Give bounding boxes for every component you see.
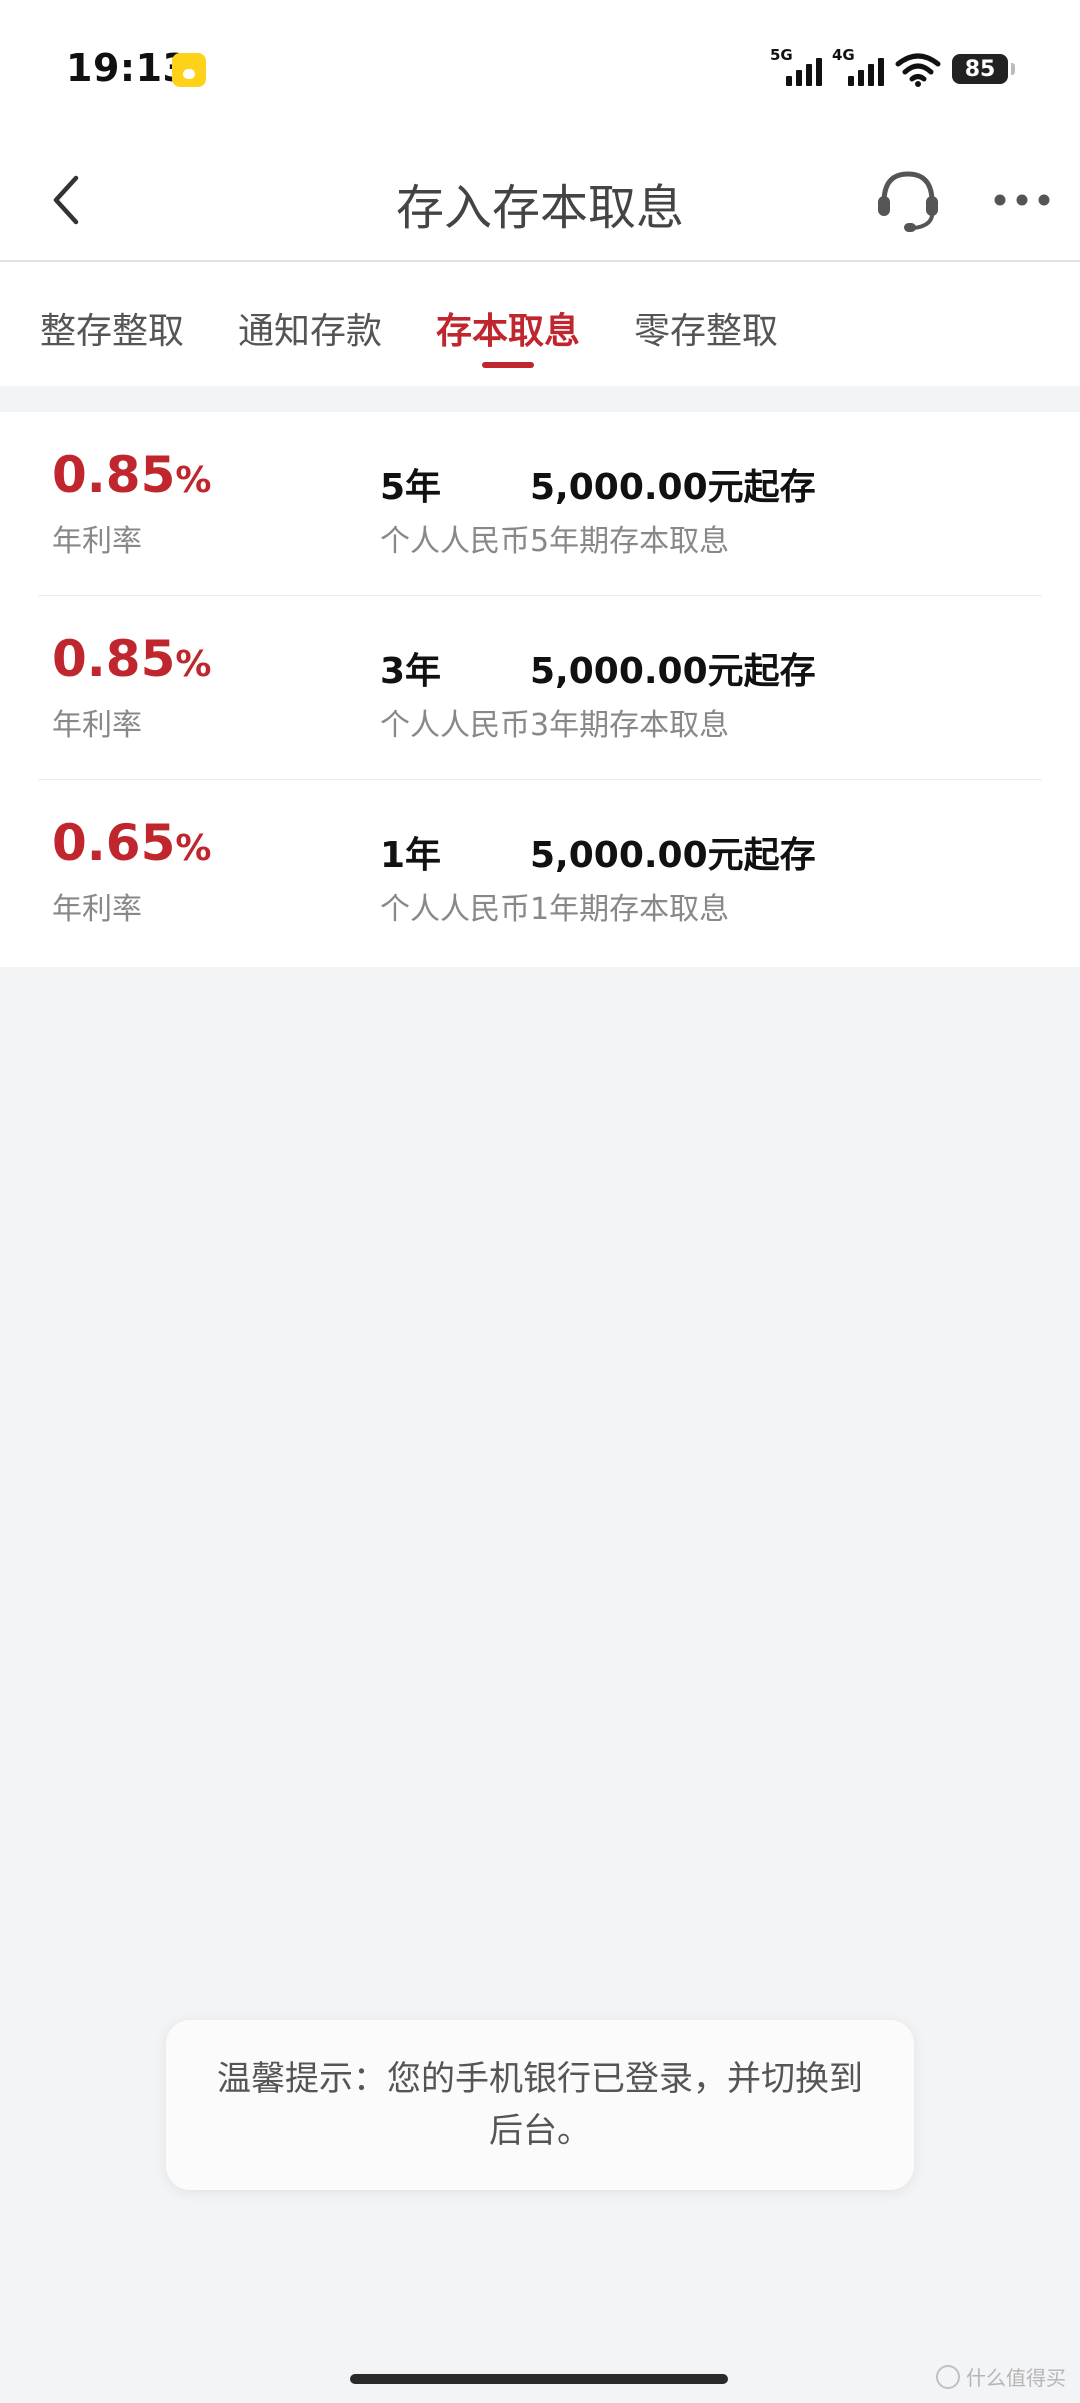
minimum-amount: 5,000.00元起存: [530, 467, 816, 508]
tab-fixed-deposit[interactable]: 整存整取: [40, 302, 184, 354]
cellular-signal-icon: 5G: [770, 46, 822, 88]
tab-notice-deposit[interactable]: 通知存款: [238, 302, 382, 354]
product-name: 个人人民币3年期存本取息: [380, 708, 730, 743]
chevron-left-icon: [53, 175, 79, 225]
term-label: 5年: [380, 467, 442, 508]
rate-label: 年利率: [52, 892, 142, 927]
toast-message: 温馨提示：您的手机银行已登录，并切换到后台。: [217, 2059, 863, 2151]
interest-rate: 0.65%: [52, 814, 211, 872]
interest-rate: 0.85%: [52, 630, 211, 688]
cellular-signal-icon: 4G: [832, 46, 884, 88]
product-name: 个人人民币1年期存本取息: [380, 892, 730, 927]
active-tab-indicator: [482, 362, 534, 368]
watermark-logo-icon: [936, 2364, 960, 2389]
navigation-bar: 存入存本取息: [0, 140, 1080, 262]
battery-level: 85: [964, 56, 996, 82]
wifi-icon: [894, 52, 942, 88]
rate-unit: %: [175, 828, 212, 869]
product-row[interactable]: 0.85% 年利率 3年 5,000.00元起存 个人人民币3年期存本取息: [0, 596, 1080, 780]
back-button[interactable]: [36, 170, 96, 230]
product-name: 个人人民币5年期存本取息: [380, 524, 730, 559]
interest-rate: 0.85%: [52, 446, 211, 504]
more-options-button[interactable]: [990, 174, 1054, 226]
deposit-type-tabs: 整存整取 通知存款 存本取息 零存整取: [0, 262, 1080, 386]
tab-interest-withdrawal[interactable]: 存本取息: [436, 302, 580, 354]
product-row[interactable]: 0.65% 年利率 1年 5,000.00元起存 个人人民币1年期存本取息: [0, 780, 1080, 964]
rate-value: 0.85: [52, 446, 176, 504]
tab-installment-deposit[interactable]: 零存整取: [634, 302, 778, 354]
watermark-text: 什么值得买: [966, 2366, 1066, 2390]
status-bar: 19:13 5G 4G 85: [0, 0, 1080, 140]
page-title: 存入存本取息: [395, 180, 684, 236]
rate-label: 年利率: [52, 524, 142, 559]
toast-notification: 温馨提示：您的手机银行已登录，并切换到后台。: [166, 2020, 914, 2190]
home-indicator[interactable]: [350, 2374, 728, 2384]
status-time: 19:13: [66, 46, 190, 90]
rate-value: 0.65: [52, 814, 176, 872]
rate-unit: %: [175, 460, 212, 501]
status-indicators: 5G 4G 85: [770, 46, 1015, 88]
customer-service-button[interactable]: [870, 162, 946, 238]
battery-icon: 85: [952, 54, 1015, 84]
product-list: 0.85% 年利率 5年 5,000.00元起存 个人人民币5年期存本取息 0.…: [0, 412, 1080, 967]
headset-icon: [878, 171, 938, 232]
rate-value: 0.85: [52, 630, 176, 688]
rate-unit: %: [175, 644, 212, 685]
product-row[interactable]: 0.85% 年利率 5年 5,000.00元起存 个人人民币5年期存本取息: [0, 412, 1080, 596]
watermark: 什么值得买: [936, 2362, 1066, 2391]
rate-label: 年利率: [52, 708, 142, 743]
minimum-amount: 5,000.00元起存: [530, 651, 816, 692]
more-dots-icon: [994, 194, 1050, 206]
term-label: 1年: [380, 835, 442, 876]
term-label: 3年: [380, 651, 442, 692]
minimum-amount: 5,000.00元起存: [530, 835, 816, 876]
app-notification-icon: [172, 53, 206, 87]
